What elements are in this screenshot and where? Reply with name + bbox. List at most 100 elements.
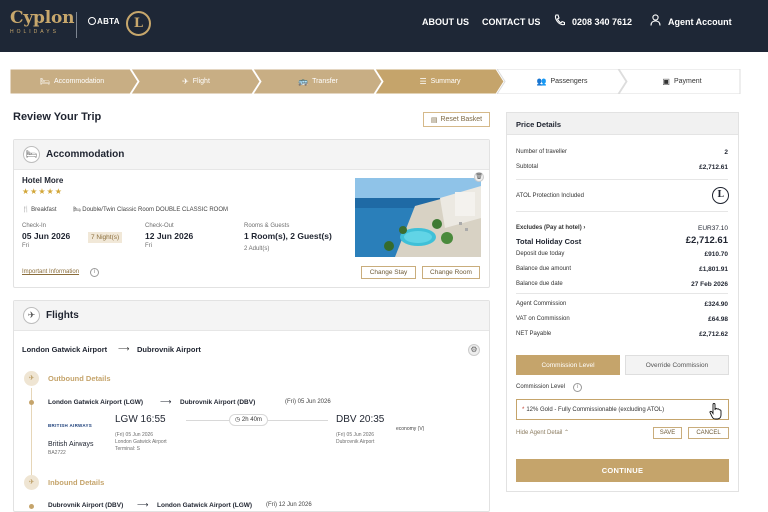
balance-amount-value: £1,801.91 (699, 266, 728, 273)
brand-logo[interactable]: Cyplon HOLIDAYS (10, 8, 74, 35)
info-icon[interactable]: i (90, 268, 99, 277)
phone-icon (554, 14, 565, 26)
chevron-up-icon: ⌃ (564, 430, 570, 436)
checkout-day: Fri (145, 243, 152, 249)
nav-about[interactable]: ABOUT US (422, 17, 469, 27)
change-room-button[interactable]: Change Room (422, 266, 480, 279)
cancel-button[interactable]: CANCEL (688, 427, 729, 439)
required-marker: * (522, 406, 525, 413)
nav-contact[interactable]: CONTACT US (482, 17, 540, 27)
hide-agent-detail-toggle[interactable]: Hide Agent Detail ⌃ (516, 429, 569, 436)
agent-commission-value: £324.90 (704, 301, 729, 308)
chevron-right-icon: › (583, 225, 586, 231)
step-accommodation[interactable]: 🛏 Accommodation (10, 69, 134, 94)
user-icon (650, 14, 661, 26)
outbound-date: (Fri) 05 Jun 2026 (285, 399, 331, 405)
flight-route-to: Dubrovnik Airport (137, 345, 201, 354)
tab-commission-level[interactable]: Commission Level (516, 355, 620, 375)
step-transfer[interactable]: 🚌 Transfer (257, 69, 379, 94)
hotel-star-rating: ★★★★★ (22, 187, 63, 196)
commission-level-select[interactable]: * 12% Gold - Fully Commissionable (exclud… (516, 399, 729, 420)
nav-agent-account[interactable]: Agent Account (668, 17, 732, 27)
change-stay-button[interactable]: Change Stay (361, 266, 416, 279)
subtotal-value: £2,712.61 (699, 164, 728, 171)
adults-count: 2 Adult(s) (244, 246, 270, 252)
atol-protection-label: ATOL Protection Included (516, 193, 584, 199)
divider (516, 179, 728, 180)
price-details-panel: Price Details Number of traveller 2 Subt… (506, 112, 739, 492)
abta-ring-icon (88, 17, 96, 25)
room-type: Double/Twin Classic Room DOUBLE CLASSIC … (82, 207, 229, 213)
checkin-date: 05 Jun 2026 (22, 231, 71, 241)
hotel-name: Hotel More (22, 176, 64, 185)
bed-icon: 🛏 (23, 146, 40, 163)
cutlery-icon: 🍴 (22, 207, 30, 213)
deposit-value: £910.70 (704, 251, 729, 258)
step-summary[interactable]: ☰ Summary (379, 69, 501, 94)
accommodation-title: Accommodation (46, 149, 125, 160)
nav-phone[interactable]: 0208 340 7612 (572, 17, 632, 27)
atol-logo: L (126, 11, 151, 36)
continue-button[interactable]: CONTINUE (516, 459, 729, 482)
arrival-date: (Fri) 05 Jun 2026 (336, 432, 375, 438)
balance-date-value: 27 Feb 2026 (691, 281, 728, 288)
agent-commission-label: Agent Commission (516, 301, 567, 307)
accommodation-card-header: 🛏 Accommodation (14, 140, 489, 170)
basket-icon: ▤ (430, 116, 438, 124)
checkin-day: Fri (22, 243, 29, 249)
flight-route-from: London Gatwick Airport (22, 345, 108, 354)
arrival-airport: Dubrovnik Airport (336, 439, 375, 445)
step-label: Transfer (312, 78, 338, 85)
departure-airport: London Gatwick Airport (115, 439, 167, 445)
divider (516, 211, 728, 212)
timeline-dot (29, 504, 34, 509)
timeline-dot (29, 400, 34, 405)
duration-value: 2h 40m (241, 417, 262, 423)
deposit-label: Deposit due today (516, 251, 565, 257)
subtotal-label: Subtotal (516, 164, 539, 170)
step-label: Summary (430, 78, 461, 85)
booking-stepper: 🛏 Accommodation ✈ Flight 🚌 Transfer ☰ Summar… (10, 69, 741, 94)
balance-amount-label: Balance due amount (516, 266, 572, 272)
flights-title: Flights (46, 310, 79, 321)
save-button[interactable]: SAVE (653, 427, 682, 439)
plane-icon: ✈ (23, 307, 40, 324)
step-label: Flight (192, 78, 210, 85)
flight-number: BA2722 (48, 450, 66, 456)
plane-icon: ✈ (182, 77, 189, 86)
hotel-photo (355, 178, 481, 257)
step-payment[interactable]: ▣ Payment (623, 69, 741, 94)
step-label: Accommodation (53, 78, 105, 85)
vat-commission-label: VAT on Commission (516, 316, 570, 322)
step-passengers[interactable]: 👥 Passengers (501, 69, 623, 94)
inbound-to: London Gatwick Airport (LGW) (157, 502, 253, 509)
excludes-value: EUR37.10 (698, 225, 728, 232)
nights-badge: 7 Night(s) (88, 232, 123, 243)
important-info-link[interactable]: Important Information (22, 269, 79, 275)
settings-icon[interactable]: ⚙ (468, 344, 480, 356)
reset-basket-label: Reset Basket (440, 116, 483, 123)
outbound-to: Dubrovnik Airport (DBV) (180, 399, 256, 406)
remove-hotel-icon[interactable]: 🗑 (474, 172, 484, 182)
commission-level-label: Commission Level (516, 384, 566, 390)
outbound-plane-icon: ✈ (24, 371, 39, 386)
step-flight[interactable]: ✈ Flight (135, 69, 257, 94)
flights-card-header: ✈ Flights (14, 301, 489, 331)
inbound-title: Inbound Details (48, 478, 105, 487)
reset-basket-button[interactable]: ▤ Reset Basket (423, 112, 490, 127)
net-payable-value: £2,712.62 (699, 331, 728, 338)
travellers-label: Number of traveller (516, 149, 568, 155)
site-header: Cyplon HOLIDAYS ABTA L ABOUT US CONTACT … (0, 0, 768, 52)
hand-cursor-icon (709, 403, 722, 420)
abta-text: ABTA (97, 17, 120, 26)
clock-icon: ◷ (235, 417, 241, 423)
excludes-label[interactable]: Excludes (Pay at hotel) › (516, 225, 585, 231)
inbound-date: (Fri) 12 Jun 2026 (266, 502, 312, 508)
departure-date: (Fri) 05 Jun 2026 (115, 432, 154, 438)
outbound-from: London Gatwick Airport (LGW) (48, 399, 144, 406)
brand-name: Cyplon (10, 8, 75, 28)
hotel-photo-graphic (355, 178, 481, 257)
info-icon[interactable]: i (573, 383, 582, 392)
tab-override-commission[interactable]: Override Commission (625, 355, 729, 375)
travellers-value: 2 (724, 149, 728, 156)
